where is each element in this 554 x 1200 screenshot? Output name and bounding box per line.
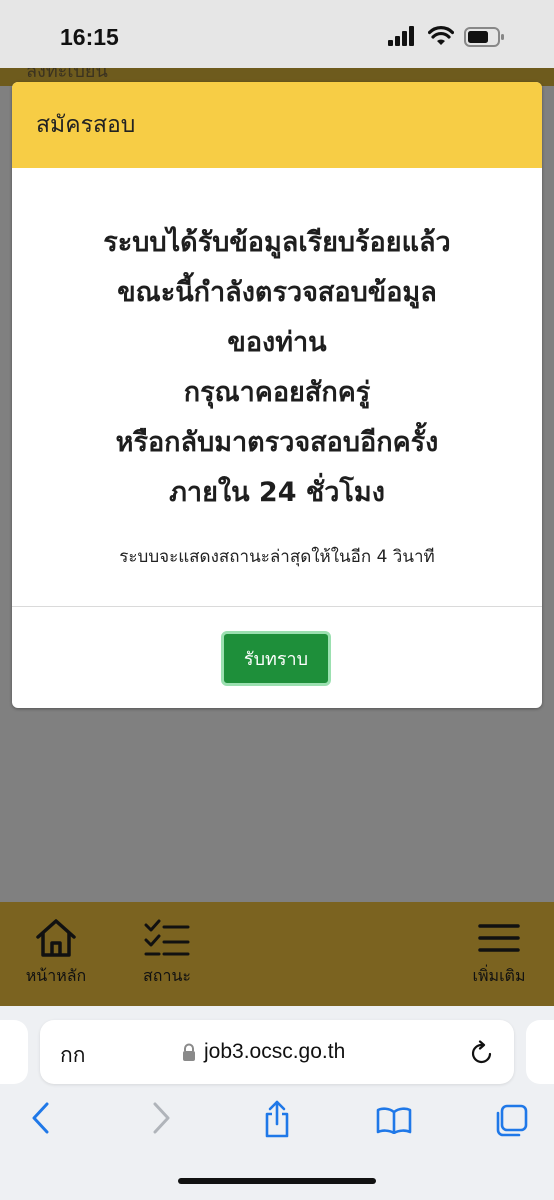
nav-label: หน้าหลัก xyxy=(25,966,87,985)
nav-item-more[interactable]: เพิ่มเติม xyxy=(462,918,536,989)
battery-icon xyxy=(464,27,504,47)
status-time: 16:15 xyxy=(60,24,119,50)
modal-title: สมัครสอบ xyxy=(36,112,136,138)
status-modal: สมัครสอบ ระบบได้รับข้อมูลเรียบร้อยแล้ว ข… xyxy=(12,82,542,708)
share-icon[interactable] xyxy=(262,1100,292,1138)
reload-icon[interactable] xyxy=(470,1040,494,1066)
nav-label: สถานะ xyxy=(143,966,191,985)
screen: 16:15 ลงทะเบียน สมัครสอบ ระบบได้รับข้อมู… xyxy=(0,0,554,1200)
message-line: ภายใน 24 ชั่วโมง xyxy=(169,477,385,508)
url-display[interactable]: job3.ocsc.go.th xyxy=(182,1038,345,1066)
hamburger-menu-icon xyxy=(478,924,520,952)
checklist-icon xyxy=(144,919,190,956)
message-line: ระบบได้รับข้อมูลเรียบร้อยแล้ว xyxy=(103,227,451,258)
modal-header: สมัครสอบ xyxy=(12,82,542,168)
bookmarks-icon[interactable] xyxy=(376,1106,412,1134)
address-bar[interactable]: กก job3.ocsc.go.th xyxy=(40,1020,514,1084)
lock-icon xyxy=(183,1043,195,1061)
nav-item-home[interactable]: หน้าหลัก xyxy=(22,918,90,989)
message-line: ของท่าน xyxy=(227,327,327,358)
modal-body: ระบบได้รับข้อมูลเรียบร้อยแล้ว ขณะนี้กำลั… xyxy=(12,168,542,606)
wifi-icon xyxy=(428,26,454,45)
status-bar: 16:15 xyxy=(0,0,554,68)
bottom-nav: หน้าหลัก สถานะ เพิ่มเติม xyxy=(0,902,554,1006)
url-text: job3.ocsc.go.th xyxy=(204,1040,346,1063)
status-icons xyxy=(388,26,518,48)
cellular-signal-icon xyxy=(388,26,414,46)
countdown-text: ระบบจะแสดงสถานะล่าสุดให้ในอีก 4 วินาที xyxy=(119,547,435,567)
nav-label: เพิ่มเติม xyxy=(472,966,526,985)
message-line: กรุณาคอยสักครู่ xyxy=(183,377,371,408)
next-tab-preview[interactable] xyxy=(526,1020,554,1084)
message-block: ระบบได้รับข้อมูลเรียบร้อยแล้ว ขณะนี้กำลั… xyxy=(12,218,542,518)
forward-icon[interactable] xyxy=(150,1102,172,1134)
text-size-button[interactable]: กก xyxy=(60,1039,85,1072)
nav-item-status[interactable]: สถานะ xyxy=(132,918,202,989)
modal-footer: รับทราบ xyxy=(12,607,542,708)
message-line: หรือกลับมาตรวจสอบอีกครั้ง xyxy=(115,427,439,458)
acknowledge-button[interactable]: รับทราบ xyxy=(221,631,331,686)
back-icon[interactable] xyxy=(30,1102,52,1134)
message-line: ขณะนี้กำลังตรวจสอบข้อมูล xyxy=(117,277,437,308)
browser-chrome: กก job3.ocsc.go.th xyxy=(0,1006,554,1200)
home-indicator xyxy=(178,1178,376,1184)
tabs-icon[interactable] xyxy=(494,1104,528,1138)
previous-tab-preview[interactable] xyxy=(0,1020,28,1084)
home-icon xyxy=(36,919,76,957)
